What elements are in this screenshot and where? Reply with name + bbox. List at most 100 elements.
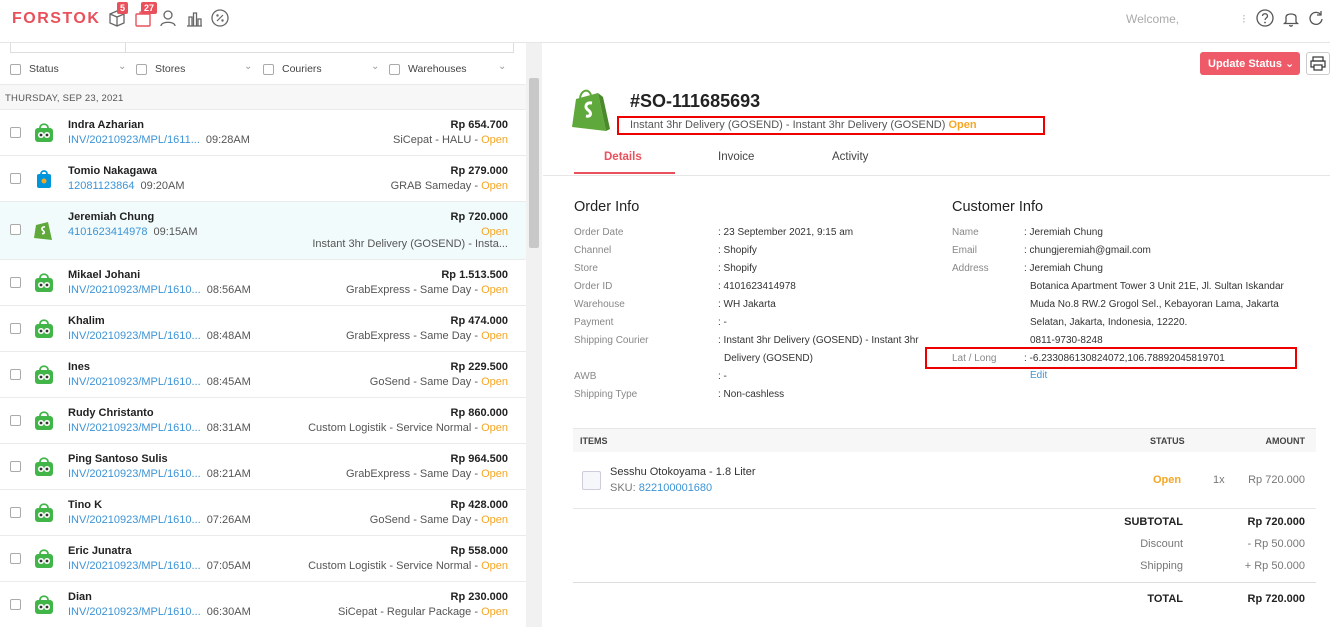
customer-email-label: Email <box>952 245 978 256</box>
order-reference[interactable]: INV/20210923/MPL/1610... 07:05AM <box>68 560 251 572</box>
row-checkbox[interactable] <box>10 173 21 184</box>
user-icon[interactable] <box>158 8 178 28</box>
order-ref-link[interactable]: INV/20210923/MPL/1611... <box>68 134 200 146</box>
order-reference[interactable]: INV/20210923/MPL/1610... 08:48AM <box>68 330 251 342</box>
order-row[interactable]: Ines INV/20210923/MPL/1610... 08:45AM Rp … <box>0 352 526 398</box>
sku-label: SKU: <box>610 482 636 494</box>
order-amount: Rp 720.000 <box>450 211 508 223</box>
tab-invoice[interactable]: Invoice <box>718 151 754 163</box>
chevron-down-icon[interactable]: ⌄ <box>244 61 252 72</box>
order-row[interactable]: Ping Santoso Sulis INV/20210923/MPL/1610… <box>0 444 526 490</box>
filter-couriers[interactable]: Couriers <box>263 63 322 75</box>
order-reference[interactable]: INV/20210923/MPL/1610... 08:21AM <box>68 468 251 480</box>
row-checkbox[interactable] <box>10 461 21 472</box>
row-checkbox[interactable] <box>10 323 21 334</box>
order-amount: Rp 654.700 <box>450 119 508 131</box>
edit-address-link[interactable]: Edit <box>1030 370 1047 381</box>
shipping-label: Shipping <box>1140 560 1183 572</box>
row-checkbox[interactable] <box>10 224 21 235</box>
divider <box>573 582 1316 583</box>
print-button[interactable] <box>1306 52 1330 75</box>
customer-name: Tino K <box>68 499 103 511</box>
order-reference[interactable]: 12081123864 09:20AM <box>68 180 185 192</box>
row-checkbox[interactable] <box>10 553 21 564</box>
order-ref-link[interactable]: INV/20210923/MPL/1610... <box>68 330 201 342</box>
filter-status-checkbox[interactable] <box>10 63 21 75</box>
orders-box-icon[interactable]: 5 <box>107 2 129 28</box>
order-ref-link[interactable]: INV/20210923/MPL/1610... <box>68 422 201 434</box>
courier-line-text: Instant 3hr Delivery (GOSEND) - Instant … <box>630 119 946 131</box>
courier-status: GRAB Sameday - Open <box>390 180 508 192</box>
bell-icon[interactable] <box>1281 8 1301 28</box>
courier-name: GoSend - Same Day <box>369 376 472 388</box>
promo-percent-icon[interactable] <box>210 8 230 28</box>
chevron-down-icon[interactable]: ⌄ <box>118 61 126 72</box>
courier-name: GRAB Sameday <box>390 180 472 192</box>
order-reference[interactable]: INV/20210923/MPL/1610... 08:45AM <box>68 376 251 388</box>
order-time: 08:21AM <box>206 468 251 480</box>
courier-name: GrabExpress - Same Day <box>345 330 472 342</box>
order-reference[interactable]: INV/20210923/MPL/1610... 07:26AM <box>68 514 251 526</box>
row-checkbox[interactable] <box>10 599 21 610</box>
order-ref-link[interactable]: INV/20210923/MPL/1610... <box>68 514 201 526</box>
order-ref-link[interactable]: INV/20210923/MPL/1610... <box>68 468 201 480</box>
bar-chart-icon[interactable] <box>184 8 204 28</box>
filter-status[interactable]: Status <box>10 63 59 75</box>
order-amount: Rp 428.000 <box>450 499 508 511</box>
order-row[interactable]: Mikael Johani INV/20210923/MPL/1610... 08… <box>0 260 526 306</box>
notification-bag-icon[interactable]: 27 <box>133 2 158 28</box>
customer-name: Eric Junatra <box>68 545 132 557</box>
customer-address-line-2: Muda No.8 RW.2 Grogol Sel., Kebayoran La… <box>1030 299 1279 310</box>
order-reference[interactable]: INV/20210923/MPL/1610... 08:31AM <box>68 422 251 434</box>
order-reference[interactable]: INV/20210923/MPL/1611... 09:28AM <box>68 134 250 146</box>
order-reference[interactable]: INV/20210923/MPL/1610... 08:56AM <box>68 284 251 296</box>
filter-couriers-checkbox[interactable] <box>263 63 274 75</box>
row-checkbox[interactable] <box>10 277 21 288</box>
row-checkbox[interactable] <box>10 127 21 138</box>
order-ref-link[interactable]: 4101623414978 <box>68 226 148 238</box>
order-row[interactable]: Tino K INV/20210923/MPL/1610... 07:26AM R… <box>0 490 526 536</box>
chevron-down-icon[interactable]: ⌄ <box>371 61 379 72</box>
order-reference[interactable]: 4101623414978 09:15AM <box>68 226 198 238</box>
order-row[interactable]: Indra Azharian INV/20210923/MPL/1611... 0… <box>0 110 526 156</box>
order-row[interactable]: Rudy Christanto INV/20210923/MPL/1610...… <box>0 398 526 444</box>
refresh-icon[interactable] <box>1306 8 1326 28</box>
scrollbar-thumb[interactable] <box>529 78 539 248</box>
order-time: 08:31AM <box>206 422 251 434</box>
item-status: Open <box>1153 474 1182 486</box>
order-row[interactable]: Jeremiah Chung 4101623414978 09:15AM Rp 7… <box>0 202 526 260</box>
order-ref-link[interactable]: 12081123864 <box>68 180 134 192</box>
update-status-button[interactable]: Update Status ⌄ <box>1200 52 1300 75</box>
row-checkbox[interactable] <box>10 507 21 518</box>
order-ref-link[interactable]: INV/20210923/MPL/1610... <box>68 606 201 618</box>
search-field[interactable] <box>10 43 514 53</box>
order-status: Open <box>481 376 508 388</box>
order-reference[interactable]: INV/20210923/MPL/1610... 06:30AM <box>68 606 251 618</box>
filter-warehouses-checkbox[interactable] <box>389 63 400 75</box>
order-info-label: Warehouse <box>574 299 625 310</box>
sku-link[interactable]: 822100001680 <box>639 482 712 494</box>
brand-logo[interactable]: FORSTOK <box>12 10 100 28</box>
order-row[interactable]: Tomio Nakagawa 12081123864 09:20AM Rp 279… <box>0 156 526 202</box>
tab-activity[interactable]: Activity <box>832 151 868 163</box>
tab-details[interactable]: Details <box>604 151 642 163</box>
order-ref-link[interactable]: INV/20210923/MPL/1610... <box>68 284 201 296</box>
help-icon[interactable] <box>1255 8 1275 28</box>
row-checkbox[interactable] <box>10 369 21 380</box>
chevron-down-icon[interactable]: ⌄ <box>498 61 506 72</box>
order-row[interactable]: Dian INV/20210923/MPL/1610... 06:30AM Rp … <box>0 582 526 627</box>
filter-stores-checkbox[interactable] <box>136 63 147 75</box>
customer-name: Ping Santoso Sulis <box>68 453 168 465</box>
order-status: Open <box>481 606 508 618</box>
order-row[interactable]: Khalim INV/20210923/MPL/1610... 08:48AM R… <box>0 306 526 352</box>
order-ref-link[interactable]: INV/20210923/MPL/1610... <box>68 560 201 572</box>
row-checkbox[interactable] <box>10 415 21 426</box>
order-ref-link[interactable]: INV/20210923/MPL/1610... <box>68 376 201 388</box>
filter-stores[interactable]: Stores <box>136 63 185 75</box>
filter-warehouses[interactable]: Warehouses <box>389 63 467 75</box>
chevron-down-icon: ⌄ <box>1285 58 1295 70</box>
filter-warehouses-label: Warehouses <box>408 63 467 75</box>
courier-status: GrabExpress - Same Day - Open <box>345 284 508 296</box>
order-row[interactable]: Eric Junatra INV/20210923/MPL/1610... 07:… <box>0 536 526 582</box>
tokopedia-icon <box>33 594 55 616</box>
